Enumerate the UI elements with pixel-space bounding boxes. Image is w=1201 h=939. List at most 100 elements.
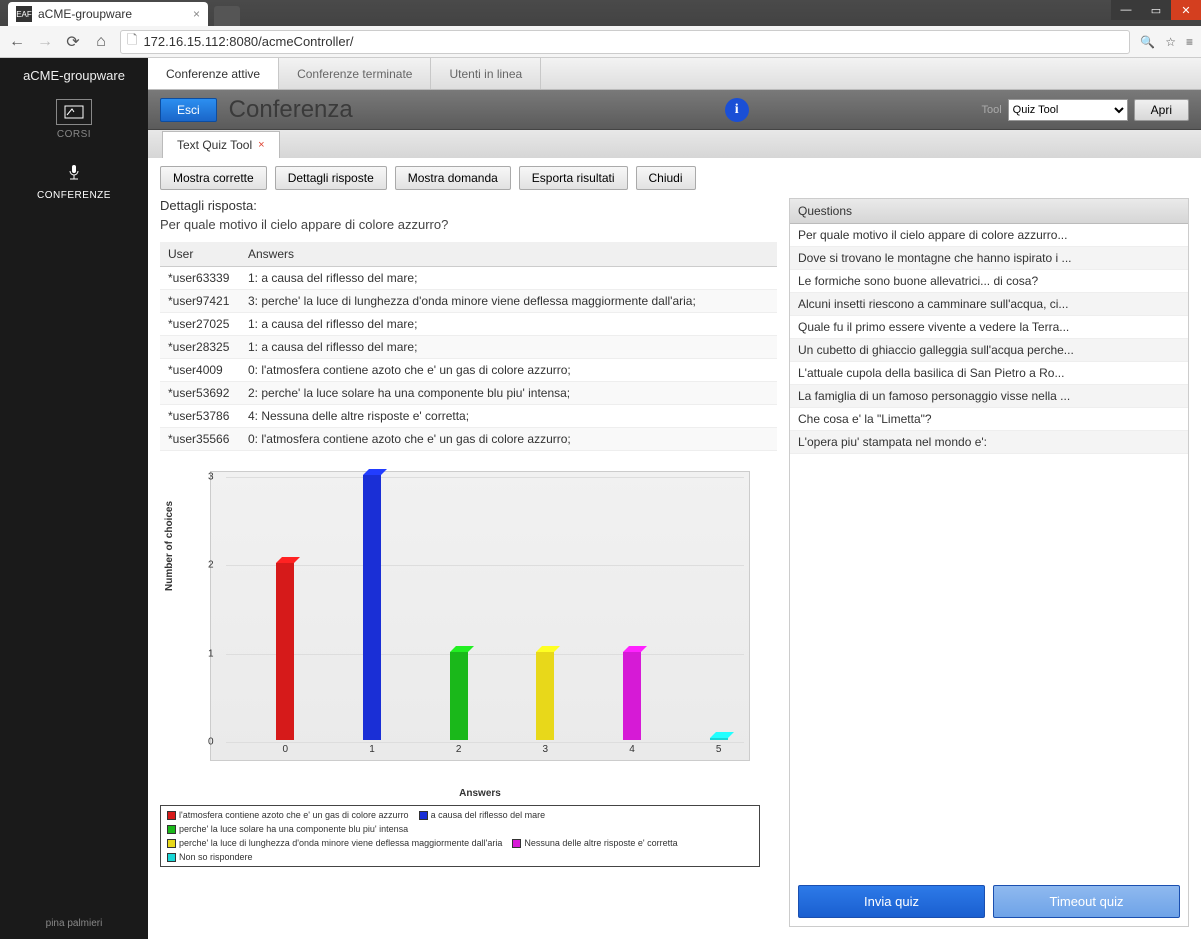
sidebar-item-corsi[interactable]: CORSI: [56, 99, 92, 140]
cell-answer: 0: l'atmosfera contiene azoto che e' un …: [240, 428, 777, 451]
home-icon[interactable]: ⌂: [92, 33, 110, 51]
cell-user: *user35566: [160, 428, 240, 451]
legend-swatch: [419, 811, 428, 820]
esci-button[interactable]: Esci: [160, 98, 217, 122]
sub-tabs: Text Quiz Tool ×: [148, 130, 1201, 158]
search-icon[interactable]: 🔍: [1140, 35, 1155, 49]
chart-xtick: 2: [456, 744, 462, 755]
sidebar-label: CONFERENZE: [37, 190, 111, 201]
table-row: *user355660: l'atmosfera contiene azoto …: [160, 428, 777, 451]
cell-user: *user27025: [160, 313, 240, 336]
conferenze-icon: [56, 160, 92, 186]
cell-user: *user63339: [160, 267, 240, 290]
menu-icon[interactable]: ≡: [1186, 35, 1193, 49]
legend-item: Nessuna delle altre risposte e' corretta: [512, 838, 677, 848]
th-answers: Answers: [240, 242, 777, 267]
tab-close-icon[interactable]: ×: [193, 7, 200, 21]
question-item[interactable]: Dove si trovano le montagne che hanno is…: [790, 247, 1188, 270]
question-item[interactable]: L'attuale cupola della basilica di San P…: [790, 362, 1188, 385]
chart: Number of choices 0123012345 Answers l'a…: [160, 461, 777, 867]
question-item[interactable]: La famiglia di un famoso personaggio vis…: [790, 385, 1188, 408]
table-row: *user633391: a causa del riflesso del ma…: [160, 267, 777, 290]
table-row: *user40090: l'atmosfera contiene azoto c…: [160, 359, 777, 382]
cell-answer: 2: perche' la luce solare ha una compone…: [240, 382, 777, 405]
window-close[interactable]: ✕: [1171, 0, 1201, 20]
legend-swatch: [167, 811, 176, 820]
browser-chrome: — ▭ ✕ EAF aCME-groupware × ← → ⟳ ⌂ 🗋 172…: [0, 0, 1201, 58]
sub-tab-quiz[interactable]: Text Quiz Tool ×: [162, 131, 280, 158]
mostra-domanda-button[interactable]: Mostra domanda: [395, 166, 511, 190]
table-row: *user283251: a causa del riflesso del ma…: [160, 336, 777, 359]
chart-ytick: 3: [208, 472, 214, 483]
legend-label: perche' la luce solare ha una componente…: [179, 824, 408, 834]
legend-swatch: [512, 839, 521, 848]
info-icon[interactable]: i: [725, 98, 749, 122]
window-minimize[interactable]: —: [1111, 0, 1141, 20]
table-row: *user270251: a causa del riflesso del ma…: [160, 313, 777, 336]
question-item[interactable]: Un cubetto di ghiaccio galleggia sull'ac…: [790, 339, 1188, 362]
sidebar: aCME-groupware CORSI CONFERENZE pina pal…: [0, 58, 148, 939]
mostra-corrette-button[interactable]: Mostra corrette: [160, 166, 267, 190]
legend-item: Non so rispondere: [167, 852, 253, 862]
questions-panel: Questions Per quale motivo il cielo appa…: [789, 198, 1189, 927]
legend-item: perche' la luce di lunghezza d'onda mino…: [167, 838, 502, 848]
cell-answer: 1: a causa del riflesso del mare;: [240, 313, 777, 336]
chart-bar: [623, 652, 641, 740]
table-row: *user537864: Nessuna delle altre rispost…: [160, 405, 777, 428]
questions-list: Per quale motivo il cielo appare di colo…: [790, 224, 1188, 877]
chart-legend: l'atmosfera contiene azoto che e' un gas…: [160, 805, 760, 867]
close-sub-tab-icon[interactable]: ×: [258, 139, 264, 151]
chiudi-button[interactable]: Chiudi: [636, 166, 696, 190]
question-item[interactable]: Le formiche sono buone allevatrici... di…: [790, 270, 1188, 293]
question-item[interactable]: Per quale motivo il cielo appare di colo…: [790, 224, 1188, 247]
tab-utenti[interactable]: Utenti in linea: [431, 58, 541, 89]
question-item[interactable]: Quale fu il primo essere vivente a veder…: [790, 316, 1188, 339]
chart-xtick: 0: [283, 744, 289, 755]
cell-user: *user28325: [160, 336, 240, 359]
invia-quiz-button[interactable]: Invia quiz: [798, 885, 985, 918]
action-row: Mostra corrette Dettagli risposte Mostra…: [148, 158, 1201, 198]
timeout-quiz-button[interactable]: Timeout quiz: [993, 885, 1180, 918]
chart-bar: [363, 475, 381, 740]
forward-icon[interactable]: →: [36, 33, 54, 51]
main-tabs: Conferenze attive Conferenze terminate U…: [148, 58, 1201, 90]
sidebar-user: pina palmieri: [46, 918, 103, 929]
main-area: Conferenze attive Conferenze terminate U…: [148, 58, 1201, 939]
th-user: User: [160, 242, 240, 267]
chart-xtick: 5: [716, 744, 722, 755]
tab-conferenze-terminate[interactable]: Conferenze terminate: [279, 58, 431, 89]
question-item[interactable]: Che cosa e' la "Limetta"?: [790, 408, 1188, 431]
sidebar-item-conferenze[interactable]: CONFERENZE: [37, 160, 111, 201]
back-icon[interactable]: ←: [8, 33, 26, 51]
url-input[interactable]: 🗋 172.16.15.112:8080/acmeController/: [120, 30, 1130, 54]
cell-user: *user53692: [160, 382, 240, 405]
tool-select[interactable]: Quiz Tool: [1008, 99, 1128, 121]
legend-swatch: [167, 839, 176, 848]
legend-label: Non so rispondere: [179, 852, 253, 862]
favicon-icon: EAF: [16, 6, 32, 22]
legend-label: a causa del riflesso del mare: [431, 810, 546, 820]
chart-xtick: 4: [629, 744, 635, 755]
chart-xtick: 1: [369, 744, 375, 755]
legend-label: perche' la luce di lunghezza d'onda mino…: [179, 838, 502, 848]
apri-button[interactable]: Apri: [1134, 99, 1189, 121]
app-title: aCME-groupware: [23, 68, 125, 83]
question-item[interactable]: L'opera piu' stampata nel mondo e':: [790, 431, 1188, 454]
tab-conferenze-attive[interactable]: Conferenze attive: [148, 58, 279, 89]
new-tab-button[interactable]: [214, 6, 240, 26]
answers-table: User Answers *user633391: a causa del ri…: [160, 242, 777, 451]
window-maximize[interactable]: ▭: [1141, 0, 1171, 20]
esporta-button[interactable]: Esporta risultati: [519, 166, 628, 190]
legend-item: l'atmosfera contiene azoto che e' un gas…: [167, 810, 409, 820]
address-bar: ← → ⟳ ⌂ 🗋 172.16.15.112:8080/acmeControl…: [0, 26, 1201, 58]
question-item[interactable]: Alcuni insetti riescono a camminare sull…: [790, 293, 1188, 316]
cell-answer: 3: perche' la luce di lunghezza d'onda m…: [240, 290, 777, 313]
bookmark-icon[interactable]: ☆: [1165, 35, 1176, 49]
dettagli-risposte-button[interactable]: Dettagli risposte: [275, 166, 387, 190]
chart-ylabel: Number of choices: [164, 501, 175, 591]
browser-tab[interactable]: EAF aCME-groupware ×: [8, 2, 208, 26]
chart-xtick: 3: [543, 744, 549, 755]
reload-icon[interactable]: ⟳: [64, 33, 82, 51]
chart-bar: [536, 652, 554, 740]
corsi-icon: [56, 99, 92, 125]
